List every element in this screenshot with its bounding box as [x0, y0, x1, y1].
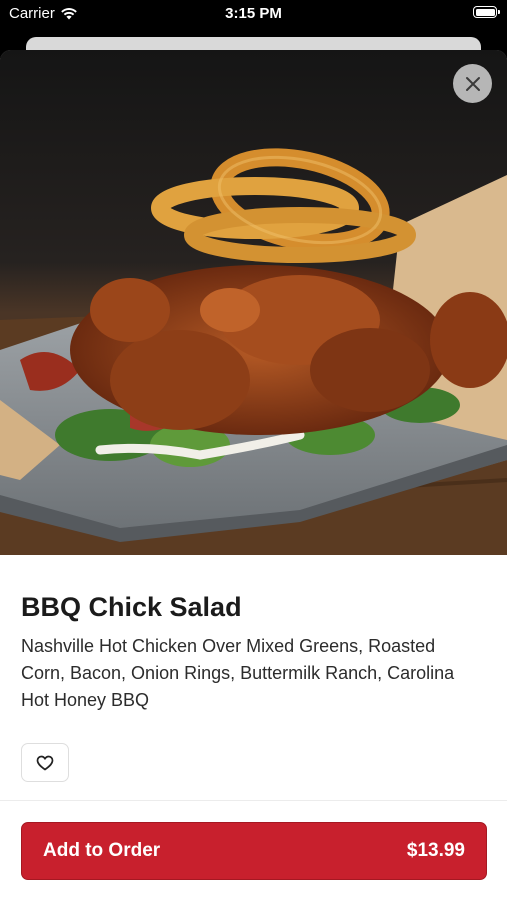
screen: Carrier 3:15 PM BBQ Chick Salad Nashvill… — [0, 0, 507, 900]
item-detail-sheet: BBQ Chick Salad Nashville Hot Chicken Ov… — [0, 50, 507, 900]
item-description: Nashville Hot Chicken Over Mixed Greens,… — [21, 636, 455, 710]
heart-icon — [36, 755, 54, 770]
item-price: $13.99 — [406, 840, 465, 861]
battery-icon — [473, 6, 500, 18]
item-details: BBQ Chick Salad Nashville Hot Chicken Ov… — [0, 591, 507, 782]
status-bar: Carrier 3:15 PM — [0, 0, 507, 28]
close-icon — [465, 76, 480, 91]
item-photo — [0, 50, 507, 555]
divider — [0, 800, 507, 801]
item-image — [0, 50, 507, 555]
item-title: BBQ Chick Salad — [21, 592, 242, 622]
close-button[interactable] — [453, 64, 492, 103]
status-time: 3:15 PM — [225, 5, 282, 22]
add-to-order-button[interactable]: Add to Order $13.99 — [21, 822, 487, 880]
add-to-order-label: Add to Order — [43, 840, 161, 861]
favorite-button[interactable] — [21, 743, 69, 782]
